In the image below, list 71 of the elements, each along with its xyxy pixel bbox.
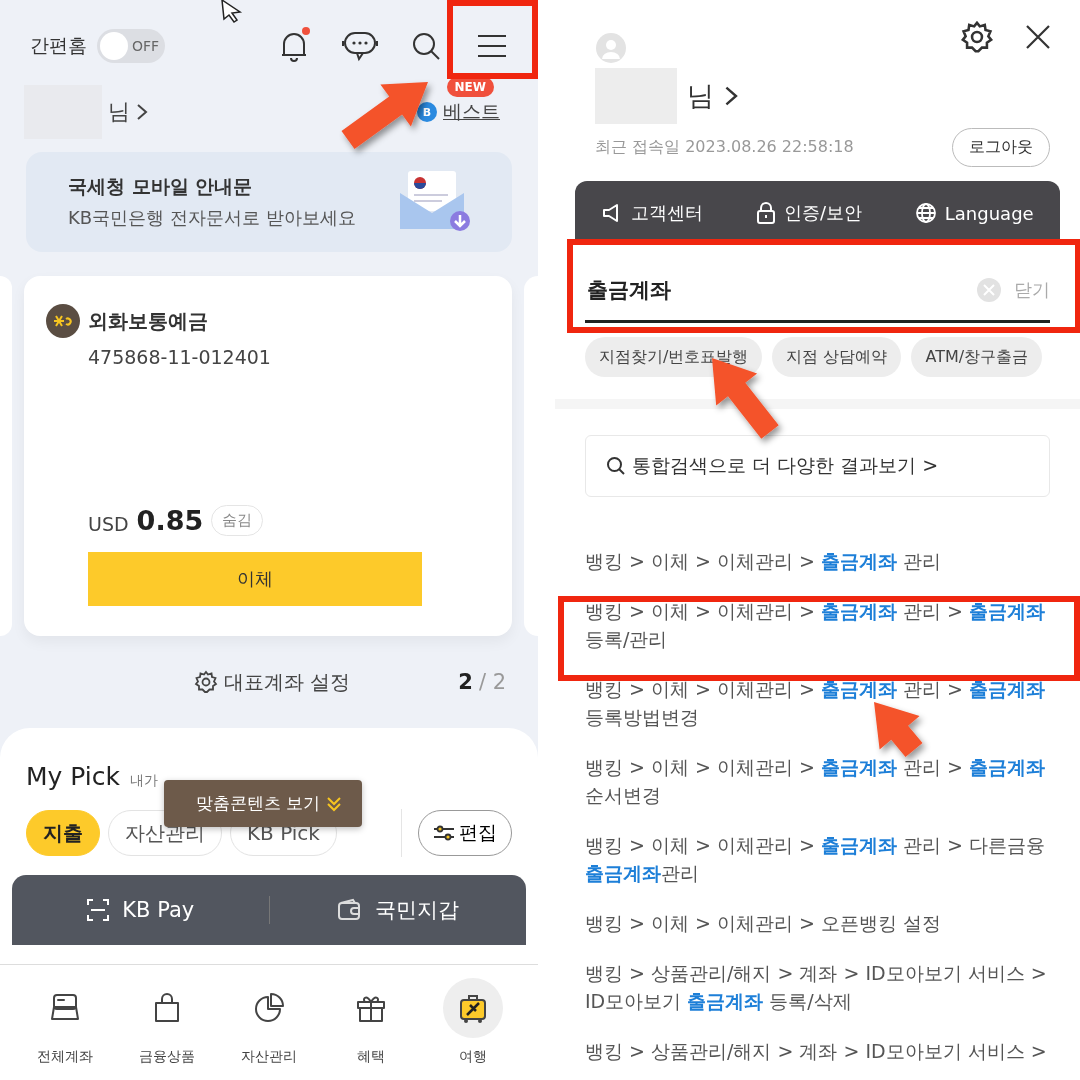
search-icon	[606, 456, 626, 476]
account-name: 외화보통예금	[88, 307, 208, 335]
shortcut-button[interactable]: Language	[908, 201, 1040, 225]
sliders-icon	[433, 824, 455, 842]
menu-icon	[476, 33, 508, 59]
banner-title: 국세청 모바일 안내문	[68, 174, 254, 199]
notice-banner[interactable]: 국세청 모바일 안내문 KB국민은행 전자문서로 받아보세요	[26, 152, 512, 252]
nav-item[interactable]: 여행	[422, 977, 524, 1067]
close-button[interactable]	[1024, 23, 1052, 51]
mouse-pointer-icon	[221, 0, 243, 24]
scan-icon	[86, 898, 111, 922]
best-link[interactable]: 베스트	[443, 99, 500, 125]
page-current: 2	[458, 670, 473, 694]
transfer-button[interactable]: 이체	[88, 552, 422, 606]
account-logo-icon	[46, 304, 80, 338]
hide-balance-button[interactable]: 숨김	[211, 505, 264, 536]
nav-item[interactable]: 금융상품	[116, 977, 218, 1067]
nav-item[interactable]: 전체계좌	[14, 977, 116, 1067]
pay-button[interactable]: 국민지갑	[269, 895, 526, 925]
search-result-link[interactable]: 뱅킹 > 이체 > 이체관리 > 출금계좌 관리	[585, 547, 1055, 575]
nav-item[interactable]: 혜택	[320, 977, 422, 1067]
pointer-arrow	[874, 702, 923, 757]
quick-home-toggle[interactable]: OFF	[97, 29, 165, 63]
main-account-setting-button[interactable]: 대표계좌 설정	[188, 667, 357, 697]
search-result-link[interactable]: 뱅킹 > 이체 > 이체관리 > 오픈뱅킹 설정	[585, 909, 1055, 937]
search-result-link[interactable]: 뱅킹 > 이체 > 이체관리 > 출금계좌 관리 > 출금계좌 순서변경	[585, 753, 1055, 809]
custom-content-tooltip[interactable]: 맞춤콘텐츠 보기	[164, 780, 363, 827]
suggestion-chip[interactable]: ATM/창구출금	[911, 337, 1043, 377]
greeting: 님	[108, 98, 130, 126]
search-result-link[interactable]: 뱅킹 > 이체 > 이체관리 > 출금계좌 관리 > 다른금융 출금계좌관리	[585, 831, 1055, 887]
quick-home-label: 간편홈	[30, 33, 87, 58]
chevron-right-icon	[136, 102, 148, 122]
wallet-icon	[336, 898, 363, 922]
pie-chart-icon	[252, 991, 286, 1025]
account-number: 475868-11-012401	[88, 346, 272, 368]
last-login: 최근 접속일 2023.08.26 22:58:18	[595, 137, 854, 158]
search-result-link[interactable]: 뱅킹 > 이체 > 이체관리 > 출금계좌 관리 > 출금계좌 등록방법변경	[585, 675, 1055, 731]
settings-button[interactable]	[960, 20, 994, 54]
double-chevron-down-icon	[326, 794, 343, 813]
search-result-link[interactable]: 뱅킹 > 이체 > 이체관리 > 출금계좌 관리 > 출금계좌 등록/관리	[585, 597, 1055, 653]
new-badge: NEW	[446, 77, 494, 97]
suggestion-chip[interactable]: 지점 상담예약	[772, 337, 902, 377]
globe-icon	[914, 202, 937, 224]
edit-button[interactable]: 편집	[418, 810, 512, 856]
category-chip[interactable]: 지출	[26, 810, 100, 856]
section-subtitle: 내가	[130, 772, 158, 790]
currency: USD	[88, 511, 129, 535]
search-result-link[interactable]: 뱅킹 > 상품관리/해지 > 계좌 > ID모아보기 서비스 >	[585, 1037, 1055, 1065]
logout-button[interactable]: 로그아웃	[952, 128, 1050, 167]
banner-subtitle: KB국민은행 전자문서로 받아보세요	[68, 206, 357, 230]
integrated-search-button[interactable]: 통합검색으로 더 다양한 결과보기 >	[585, 435, 1050, 497]
best-badge-icon: B	[417, 102, 437, 122]
chat-bubble-icon	[341, 30, 379, 62]
search-icon	[411, 31, 441, 61]
avatar-icon	[595, 32, 627, 64]
section-title: My Pick	[26, 762, 120, 791]
toggle-state: OFF	[132, 38, 160, 54]
page-total: / 2	[478, 670, 506, 694]
pay-button[interactable]: KB Pay	[12, 897, 269, 923]
settings-icon	[194, 670, 218, 694]
suggestion-chip[interactable]: 지점찾기/번호표발행	[585, 337, 763, 377]
close-icon	[1024, 23, 1052, 51]
shortcut-button[interactable]: 고객센터	[595, 200, 710, 226]
lock-icon	[756, 202, 777, 224]
settings-icon	[960, 20, 994, 54]
chevron-right-icon	[724, 84, 739, 108]
nav-item[interactable]: 자산관리	[218, 977, 320, 1067]
shortcut-button[interactable]: 인증/보안	[750, 200, 869, 226]
search-result-link[interactable]: 뱅킹 > 상품관리/해지 > 계좌 > ID모아보기 서비스 > ID모아보기 출금계좌 등록/삭제	[585, 959, 1055, 1015]
greeting: 님	[687, 79, 714, 113]
balance: 0.85	[136, 505, 204, 536]
